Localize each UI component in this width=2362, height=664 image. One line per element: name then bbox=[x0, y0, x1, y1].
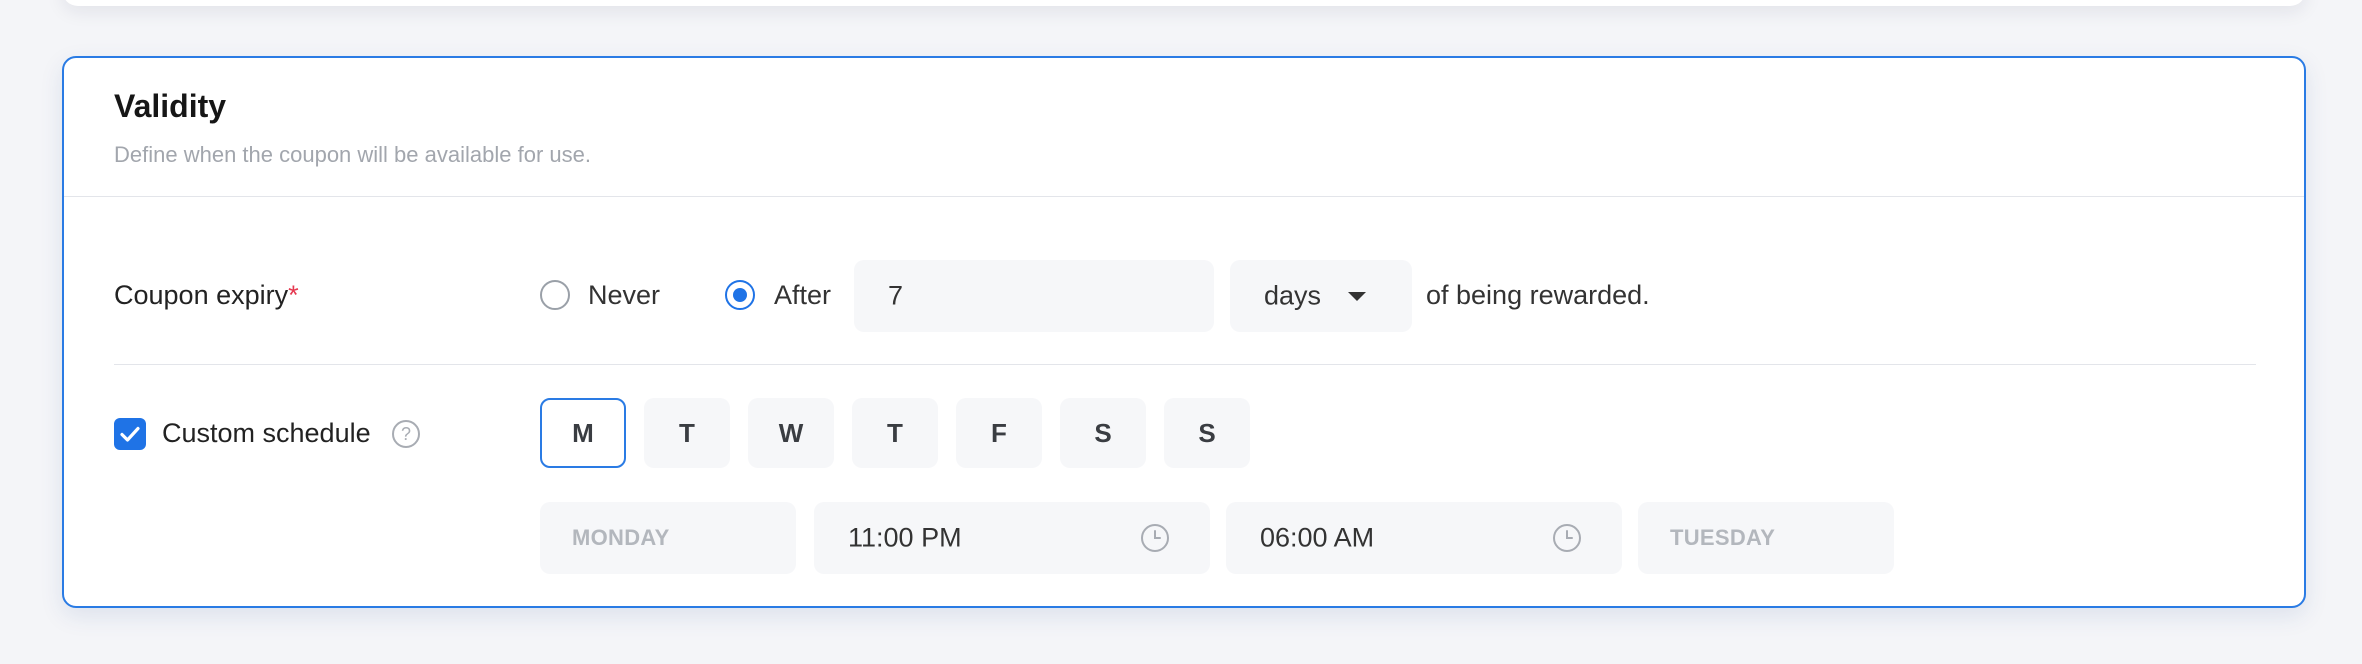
never-radio[interactable] bbox=[540, 280, 570, 310]
check-icon bbox=[120, 426, 140, 442]
expiry-suffix: of being rewarded. bbox=[1426, 280, 1650, 310]
expiry-amount-value: 7 bbox=[888, 280, 904, 311]
help-icon[interactable]: ? bbox=[392, 420, 420, 448]
day-label: T bbox=[679, 417, 695, 448]
day-label: S bbox=[1094, 417, 1112, 448]
expiry-amount-input[interactable]: 7 bbox=[854, 260, 1214, 332]
custom-schedule-checkbox[interactable] bbox=[114, 418, 146, 450]
after-radio-label[interactable]: After bbox=[774, 280, 831, 311]
required-mark: * bbox=[288, 280, 299, 310]
start-day-field[interactable]: MONDAY bbox=[540, 502, 796, 574]
never-radio-label[interactable]: Never bbox=[588, 280, 660, 311]
card-header: Validity Define when the coupon will be … bbox=[64, 58, 2304, 197]
coupon-expiry-label: Coupon expiry* bbox=[114, 280, 299, 311]
row-divider bbox=[114, 364, 2256, 365]
day-label: T bbox=[887, 417, 903, 448]
clock-icon bbox=[1141, 524, 1169, 552]
day-label: F bbox=[991, 417, 1007, 448]
after-radio[interactable] bbox=[725, 280, 755, 310]
caret-down-icon bbox=[1348, 292, 1366, 301]
validity-card: Validity Define when the coupon will be … bbox=[62, 56, 2306, 608]
day-button-wednesday[interactable]: W bbox=[748, 398, 834, 468]
expiry-unit-value: days bbox=[1264, 280, 1322, 311]
day-button-monday[interactable]: M bbox=[540, 398, 626, 468]
day-button-thursday[interactable]: T bbox=[852, 398, 938, 468]
end-day-field[interactable]: TUESDAY bbox=[1638, 502, 1894, 574]
day-button-tuesday[interactable]: T bbox=[644, 398, 730, 468]
start-time-value: 11:00 PM bbox=[848, 522, 962, 553]
start-time-input[interactable]: 11:00 PM bbox=[814, 502, 1210, 574]
end-time-input[interactable]: 06:00 AM bbox=[1226, 502, 1622, 574]
end-day-value: TUESDAY bbox=[1670, 525, 1776, 550]
card-subtitle: Define when the coupon will be available… bbox=[114, 142, 591, 167]
end-time-value: 06:00 AM bbox=[1260, 522, 1375, 553]
start-day-value: MONDAY bbox=[572, 525, 670, 550]
previous-card bbox=[62, 0, 2306, 6]
day-label: M bbox=[572, 417, 594, 448]
clock-icon bbox=[1553, 524, 1581, 552]
day-button-saturday[interactable]: S bbox=[1060, 398, 1146, 468]
day-button-friday[interactable]: F bbox=[956, 398, 1042, 468]
card-title: Validity bbox=[114, 88, 227, 124]
coupon-expiry-label-text: Coupon expiry bbox=[114, 280, 289, 310]
day-label: S bbox=[1198, 417, 1216, 448]
day-label: W bbox=[778, 417, 804, 448]
day-button-sunday[interactable]: S bbox=[1164, 398, 1250, 468]
custom-schedule-label: Custom schedule bbox=[162, 418, 371, 448]
expiry-unit-select[interactable]: days bbox=[1230, 260, 1412, 332]
